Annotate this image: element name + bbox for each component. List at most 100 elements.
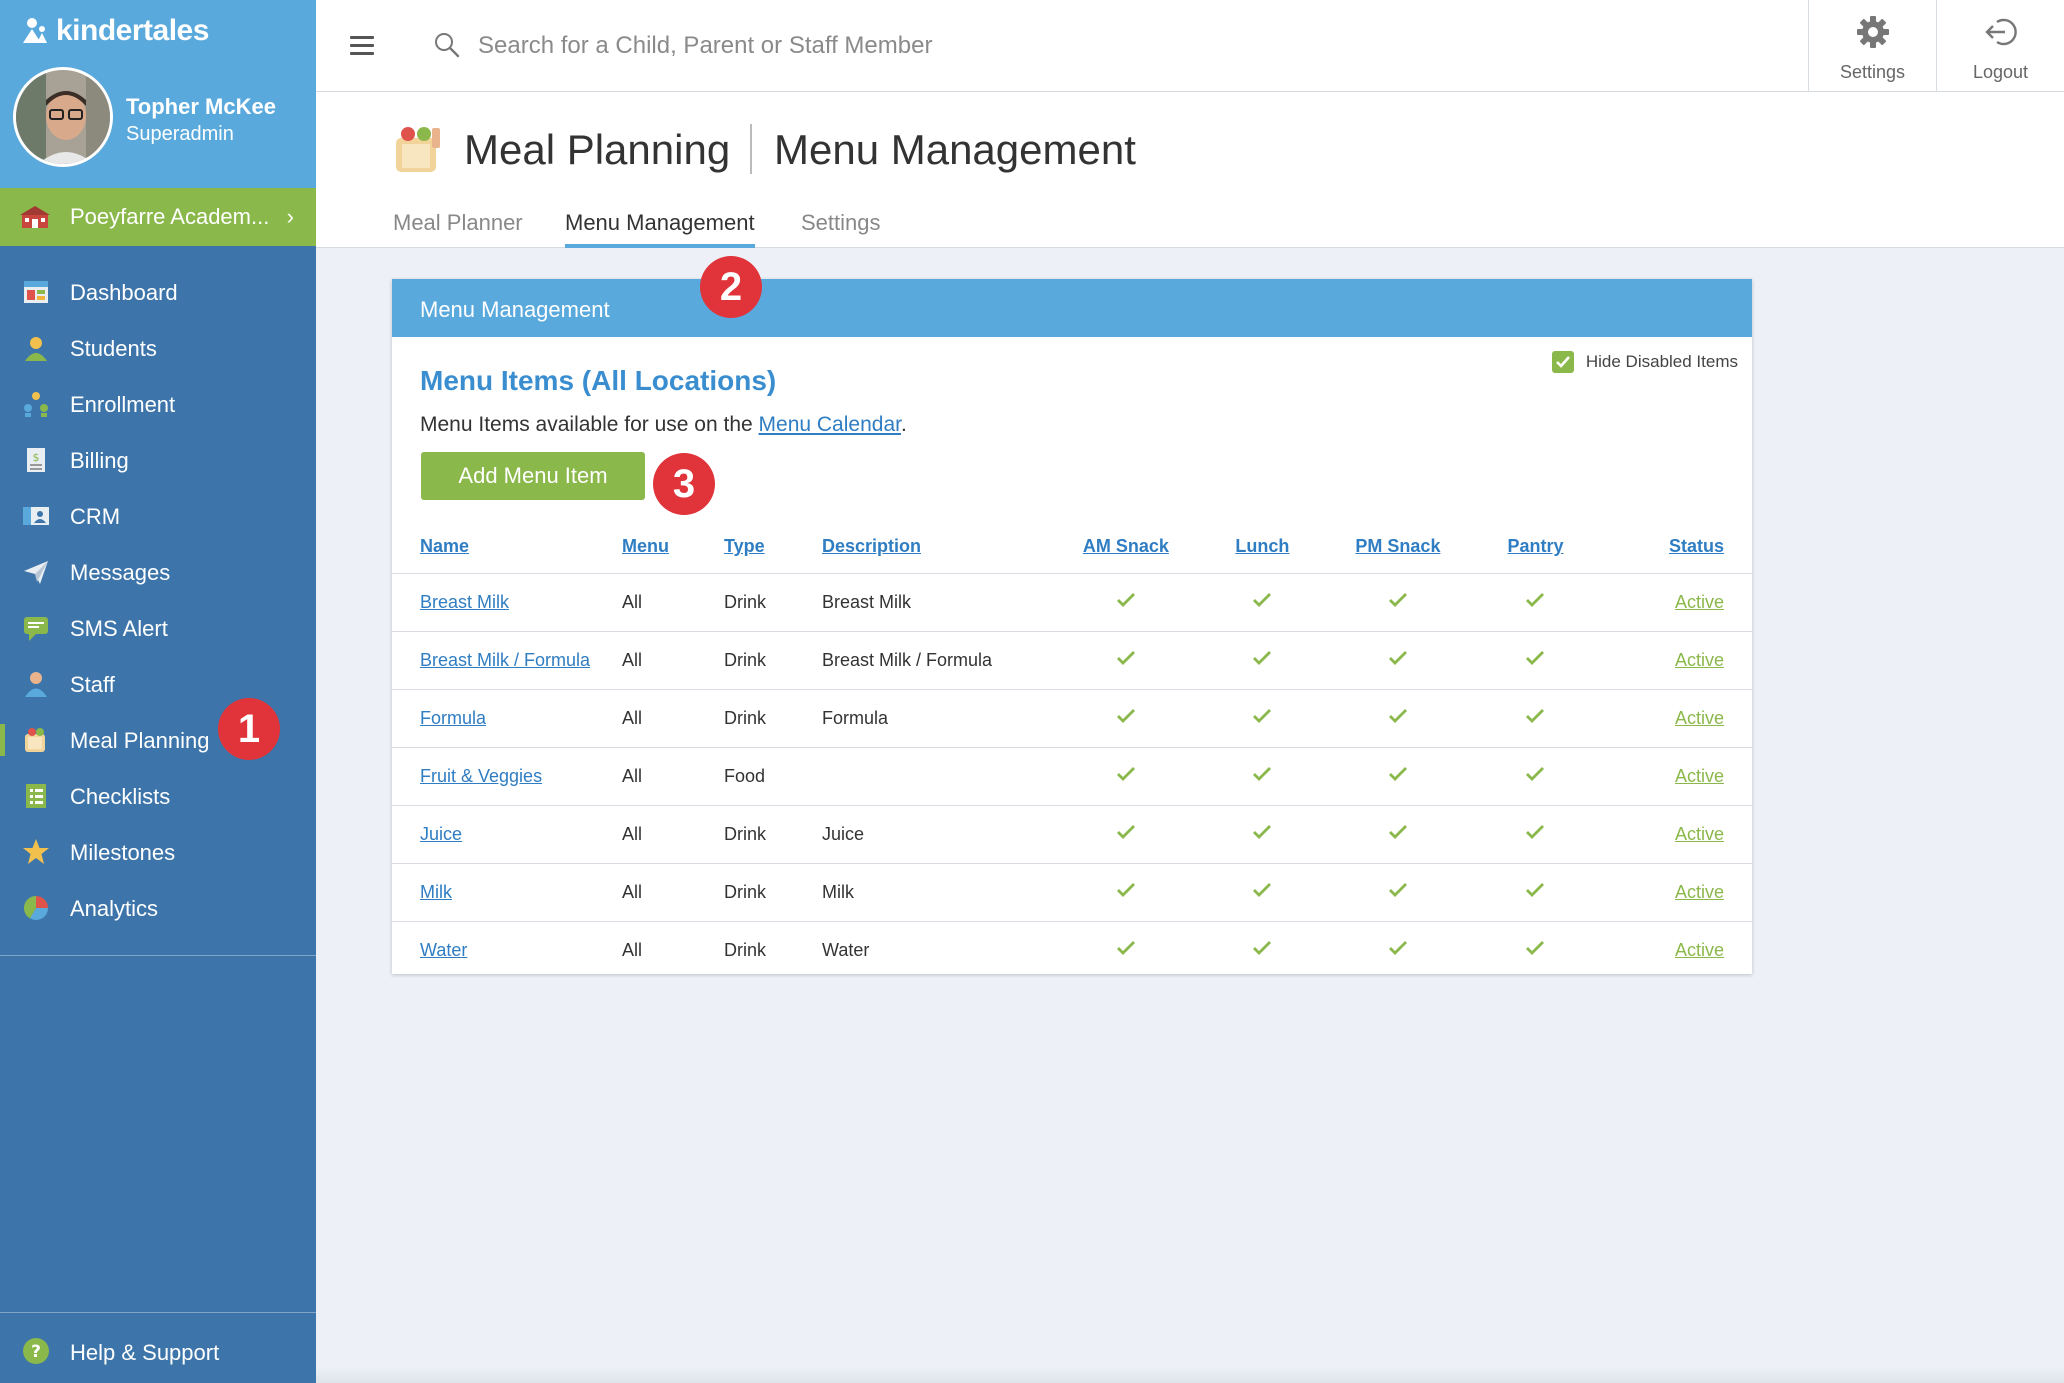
- cell-pm-snack: [1315, 746, 1481, 805]
- status-link[interactable]: Active: [1675, 766, 1724, 786]
- status-link[interactable]: Active: [1675, 592, 1724, 612]
- sidebar-item-sms-alert[interactable]: SMS Alert: [0, 600, 316, 656]
- checkmark-icon: [1253, 592, 1272, 607]
- cell-lunch: [1209, 688, 1316, 747]
- settings-button[interactable]: Settings: [1808, 0, 1936, 92]
- cell-pantry: [1480, 804, 1591, 863]
- status-link[interactable]: Active: [1675, 708, 1724, 728]
- sidebar-item-analytics[interactable]: Analytics: [0, 880, 316, 936]
- menu-item-link[interactable]: Fruit & Veggies: [420, 766, 542, 786]
- checkmark-icon: [1526, 824, 1545, 839]
- cell-name: Milk: [392, 862, 622, 921]
- add-menu-item-button[interactable]: Add Menu Item: [421, 452, 645, 500]
- sidebar-item-messages[interactable]: Messages: [0, 544, 316, 600]
- table-row: Formula All Drink Formula Active: [392, 688, 1752, 747]
- column-header-am-snack[interactable]: AM Snack: [1042, 515, 1210, 573]
- cell-description: Milk: [822, 862, 1042, 921]
- tab-settings[interactable]: Settings: [801, 210, 881, 236]
- sidebar-item-billing[interactable]: $ Billing: [0, 432, 316, 488]
- column-header-status[interactable]: Status: [1590, 515, 1752, 573]
- sidebar-item-students[interactable]: Students: [0, 320, 316, 376]
- status-link[interactable]: Active: [1675, 650, 1724, 670]
- sidebar-item-crm[interactable]: CRM: [0, 488, 316, 544]
- enrollment-icon: [24, 392, 48, 417]
- hide-disabled-checkbox[interactable]: [1551, 351, 1574, 373]
- status-link[interactable]: Active: [1675, 882, 1724, 902]
- menu-item-link[interactable]: Juice: [420, 824, 462, 844]
- menu-item-link[interactable]: Formula: [420, 708, 486, 728]
- checkmark-icon: [1388, 940, 1407, 955]
- cell-status: Active: [1590, 572, 1752, 631]
- column-header-name[interactable]: Name: [392, 515, 622, 573]
- sms-alert-icon: [24, 617, 48, 641]
- help-divider: [0, 1312, 316, 1313]
- cell-am-snack: [1042, 804, 1210, 863]
- search-input[interactable]: [478, 26, 1178, 66]
- logout-button[interactable]: Logout: [1936, 0, 2064, 92]
- kindertales-logo[interactable]: kindertales: [20, 14, 209, 48]
- checkmark-icon: [1388, 766, 1407, 781]
- school-selector[interactable]: Poeyfarre Academ... ›: [0, 188, 316, 246]
- cell-lunch: [1209, 746, 1316, 805]
- menu-item-link[interactable]: Water: [420, 940, 467, 960]
- cell-status: Active: [1590, 920, 1752, 979]
- billing-icon: $: [27, 448, 45, 472]
- table-row: Breast Milk All Drink Breast Milk Active: [392, 572, 1752, 631]
- checkmark-icon: [1116, 650, 1135, 665]
- meal-planning-icon: [396, 127, 440, 172]
- sidebar-item-enrollment[interactable]: Enrollment: [0, 376, 316, 432]
- sidebar-item-label: Enrollment: [70, 392, 176, 417]
- sidebar-item-label: Meal Planning: [70, 728, 210, 753]
- card-header: Menu Management: [392, 279, 1752, 337]
- milestones-icon: [23, 839, 49, 864]
- column-header-pm-snack[interactable]: PM Snack: [1315, 515, 1481, 573]
- menu-item-link[interactable]: Milk: [420, 882, 452, 902]
- avatar[interactable]: [13, 67, 113, 167]
- tab-menu-management[interactable]: Menu Management: [565, 210, 755, 248]
- cell-status: Active: [1590, 804, 1752, 863]
- column-header-pantry[interactable]: Pantry: [1481, 515, 1590, 573]
- status-link[interactable]: Active: [1675, 940, 1724, 960]
- top-bar: Settings Logout: [316, 0, 2064, 92]
- sidebar-item-milestones[interactable]: Milestones: [0, 824, 316, 880]
- cell-lunch: [1209, 572, 1316, 631]
- cell-menu: All: [622, 804, 724, 863]
- table-header-row: Name Menu Type Description AM Snack Lunc…: [392, 515, 1752, 573]
- sidebar-item-staff[interactable]: Staff: [0, 656, 316, 712]
- cell-am-snack: [1042, 920, 1210, 979]
- cell-name: Water: [392, 920, 622, 979]
- kindertales-logo-icon: [23, 18, 47, 43]
- column-header-lunch[interactable]: Lunch: [1210, 515, 1315, 573]
- menu-item-link[interactable]: Breast Milk: [420, 592, 509, 612]
- hide-disabled-toggle[interactable]: Hide Disabled Items: [1551, 351, 1738, 373]
- sidebar-item-label: Checklists: [70, 784, 171, 809]
- sidebar-item-dashboard[interactable]: Dashboard: [0, 264, 316, 320]
- description-text: Menu Items available for use on the: [420, 413, 759, 436]
- user-role: Superadmin: [126, 123, 234, 145]
- column-header-type[interactable]: Type: [724, 515, 822, 573]
- cell-am-snack: [1042, 862, 1210, 921]
- sidebar-item-help-support[interactable]: ? Help & Support: [0, 1325, 316, 1377]
- tab-meal-planner[interactable]: Meal Planner: [393, 210, 523, 236]
- hamburger-menu-icon[interactable]: [350, 36, 374, 56]
- cell-description: [822, 746, 1042, 805]
- checkmark-icon: [1388, 824, 1407, 839]
- checkmark-icon: [1116, 708, 1135, 723]
- sidebar-item-label: Milestones: [70, 840, 176, 865]
- brand-area: kindertales Topher McKee Superadmin: [0, 0, 316, 188]
- menu-item-link[interactable]: Breast Milk / Formula: [420, 650, 590, 670]
- column-header-description[interactable]: Description: [822, 515, 1042, 573]
- menu-calendar-link[interactable]: Menu Calendar: [759, 413, 901, 436]
- menu-management-card: Menu Management Menu Items (All Location…: [392, 279, 1752, 979]
- cell-name: Juice: [392, 804, 622, 863]
- cell-pm-snack: [1315, 920, 1481, 979]
- column-header-menu[interactable]: Menu: [622, 515, 724, 573]
- card-description: Menu Items available for use on the Menu…: [420, 413, 907, 437]
- checkmark-icon: [1526, 766, 1545, 781]
- cell-am-snack: [1042, 688, 1210, 747]
- nav-divider: [0, 955, 316, 956]
- status-link[interactable]: Active: [1675, 824, 1724, 844]
- sidebar-item-checklists[interactable]: Checklists: [0, 768, 316, 824]
- cell-status: Active: [1590, 746, 1752, 805]
- cell-lunch: [1209, 804, 1316, 863]
